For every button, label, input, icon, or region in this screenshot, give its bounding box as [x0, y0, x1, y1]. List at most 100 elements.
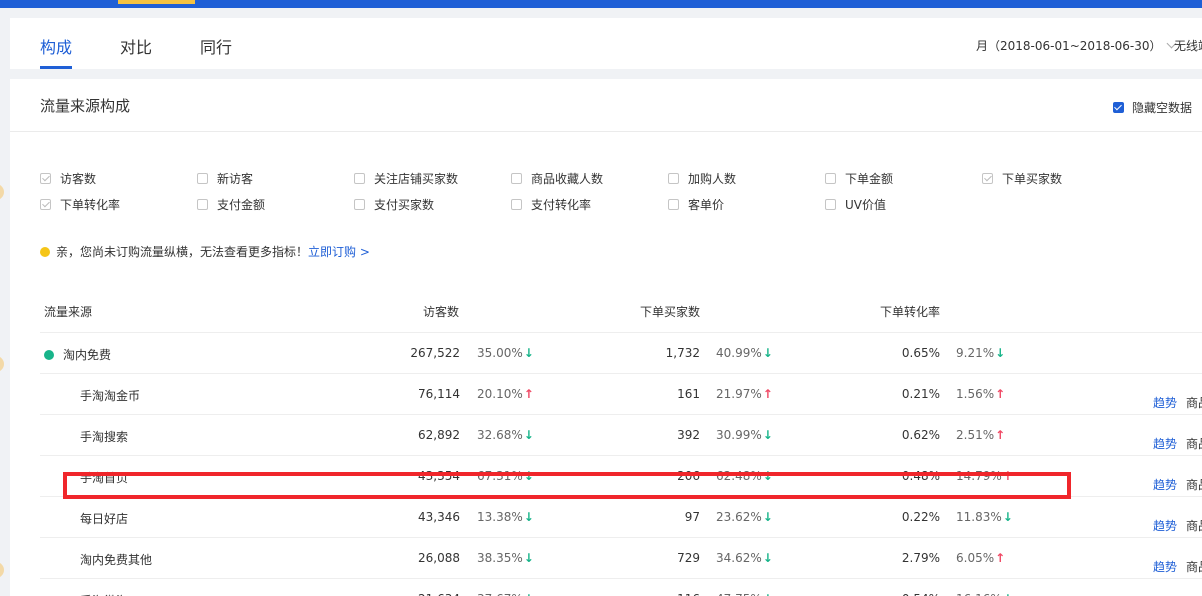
conversion-change-value: 6.05%: [956, 551, 995, 565]
source-name: 淘内免费其他: [80, 551, 152, 568]
arrow-up-icon: ↑: [762, 387, 773, 401]
checkbox-checked-icon: [1113, 102, 1124, 113]
checkbox-icon: [668, 199, 679, 210]
date-range-value: 月（2018-06-01~2018-06-30）: [976, 39, 1162, 53]
arrow-down-icon: ↓: [762, 428, 773, 442]
metric-option[interactable]: 支付金额: [197, 196, 265, 213]
conversion-value: 0.22%: [901, 510, 940, 524]
conversion-value: 0.48%: [901, 469, 940, 483]
buyers-change: 34.62%↓: [716, 551, 773, 565]
trend-link[interactable]: 趋势: [1153, 437, 1177, 451]
source-name-text: 手淘淘金币: [80, 389, 141, 403]
trend-link[interactable]: 趋势: [1153, 396, 1177, 410]
metric-option[interactable]: UV价值: [825, 196, 886, 213]
column-header-source: 流量来源: [44, 305, 93, 319]
buyers-change-value: 40.99%: [716, 346, 762, 360]
metric-option[interactable]: 加购人数: [668, 170, 736, 187]
traffic-source-panel: 流量来源构成 隐藏空数据 访客数 新访客 关注店铺买家数 商品收藏人数 加购人数 下单金额…: [10, 79, 1202, 596]
visitors-value: 43,354: [418, 469, 460, 483]
visitors-change-value: 20.10%: [477, 387, 523, 401]
conversion-change-value: 2.51%: [956, 428, 995, 442]
visitors-change-value: 32.68%: [477, 428, 523, 442]
row-actions: 趋势商品效果: [1153, 517, 1202, 534]
conversion-change: 16.16%↓: [956, 592, 1013, 596]
metric-label: 加购人数: [688, 172, 737, 186]
metric-option[interactable]: 访客数: [40, 170, 96, 187]
tab-peers[interactable]: 同行: [200, 34, 232, 58]
buyers-change: 40.99%↓: [716, 346, 773, 360]
metric-option[interactable]: 商品收藏人数: [511, 170, 603, 187]
arrow-up-icon: ↑: [995, 428, 1006, 442]
product-effect-link[interactable]: 商品效果: [1186, 396, 1202, 410]
side-handle[interactable]: [0, 184, 4, 200]
trend-link[interactable]: 趋势: [1153, 478, 1177, 492]
buyers-value: 206: [677, 469, 700, 483]
group-dot-icon: [44, 350, 54, 360]
column-header-buyers[interactable]: 下单买家数: [640, 303, 700, 320]
source-name-text: 淘内免费其他: [80, 553, 153, 567]
side-handle[interactable]: [0, 356, 4, 372]
source-name: 手淘微淘: [80, 592, 128, 596]
visitors-value: 62,892: [418, 428, 460, 442]
arrow-down-icon: ↓: [763, 592, 773, 596]
buyers-change: 30.99%↓: [716, 428, 773, 442]
trend-link[interactable]: 趋势: [1153, 519, 1177, 533]
buyers-change-value: 62.48%: [716, 469, 762, 483]
arrow-down-icon: ↓: [1002, 510, 1013, 524]
hide-empty-checkbox[interactable]: 隐藏空数据: [1113, 99, 1192, 116]
metric-label: UV价值: [845, 198, 886, 212]
metric-label: 商品收藏人数: [531, 172, 604, 186]
notice-text: 亲，您尚未订购流量纵横，无法查看更多指标！: [56, 245, 309, 259]
visitors-value: 26,088: [418, 551, 460, 565]
product-effect-link[interactable]: 商品效果: [1186, 437, 1202, 451]
source-name: 淘内免费: [44, 346, 111, 363]
metric-option[interactable]: 下单金额: [825, 170, 893, 187]
metric-option[interactable]: 下单买家数: [982, 170, 1062, 187]
buyers-change-value: 23.62%: [716, 510, 762, 524]
warning-icon: [40, 247, 50, 257]
conversion-value: 0.54%: [850, 592, 940, 596]
buyers-change-value: 34.62%: [716, 551, 762, 565]
product-effect-link[interactable]: 商品效果: [1186, 519, 1202, 533]
column-header-visitors[interactable]: 访客数: [423, 303, 459, 320]
buyers-change-value: 21.97%: [716, 387, 762, 401]
buyers-change: 47.75%↓: [716, 592, 773, 596]
metric-option[interactable]: 客单价: [668, 196, 724, 213]
side-handle[interactable]: [0, 562, 4, 578]
arrow-down-icon: ↓: [762, 510, 773, 524]
visitors-change: 38.35%↓: [477, 551, 534, 565]
metric-label: 关注店铺买家数: [374, 172, 459, 186]
metric-label: 客单价: [688, 198, 725, 212]
metric-option[interactable]: 下单转化率: [40, 196, 120, 213]
metric-option[interactable]: 支付转化率: [511, 196, 591, 213]
source-name-text: 手淘首页: [80, 471, 129, 485]
product-effect-link[interactable]: 商品效果: [1186, 560, 1202, 574]
checkbox-icon: [668, 173, 679, 184]
date-range-picker[interactable]: 月（2018-06-01~2018-06-30）: [976, 37, 1176, 54]
product-effect-link[interactable]: 商品效果: [1186, 478, 1202, 492]
source-name: 每日好店: [80, 510, 128, 527]
metric-option[interactable]: 支付买家数: [354, 196, 434, 213]
metric-option[interactable]: 关注店铺买家数: [354, 170, 458, 187]
checkbox-checked-icon: [40, 199, 51, 210]
visitors-change-value: 38.35%: [477, 551, 523, 565]
arrow-down-icon: ↓: [524, 592, 534, 596]
subscribe-link[interactable]: 立即订购 >: [308, 245, 370, 259]
conversion-change-value: 16.16%: [956, 592, 1002, 596]
tab-composition[interactable]: 构成: [40, 34, 72, 58]
checkbox-icon: [197, 173, 208, 184]
visitors-change: 35.00%↓: [477, 346, 534, 360]
visitors-value: 43,346: [418, 510, 460, 524]
metric-label: 支付买家数: [374, 198, 435, 212]
column-header-conversion[interactable]: 下单转化率: [880, 303, 940, 320]
metric-option[interactable]: 新访客: [197, 170, 253, 187]
device-selector[interactable]: 无线端: [1174, 37, 1202, 54]
trend-link[interactable]: 趋势: [1153, 560, 1177, 574]
subscription-notice: 亲，您尚未订购流量纵横，无法查看更多指标！立即订购 >: [40, 243, 370, 260]
buyers-value: 729: [677, 551, 700, 565]
conversion-change-value: 11.83%: [956, 510, 1002, 524]
checkbox-icon: [354, 173, 365, 184]
tab-compare[interactable]: 对比: [120, 34, 152, 58]
hide-empty-label: 隐藏空数据: [1132, 101, 1193, 115]
arrow-down-icon: ↓: [1003, 592, 1013, 596]
